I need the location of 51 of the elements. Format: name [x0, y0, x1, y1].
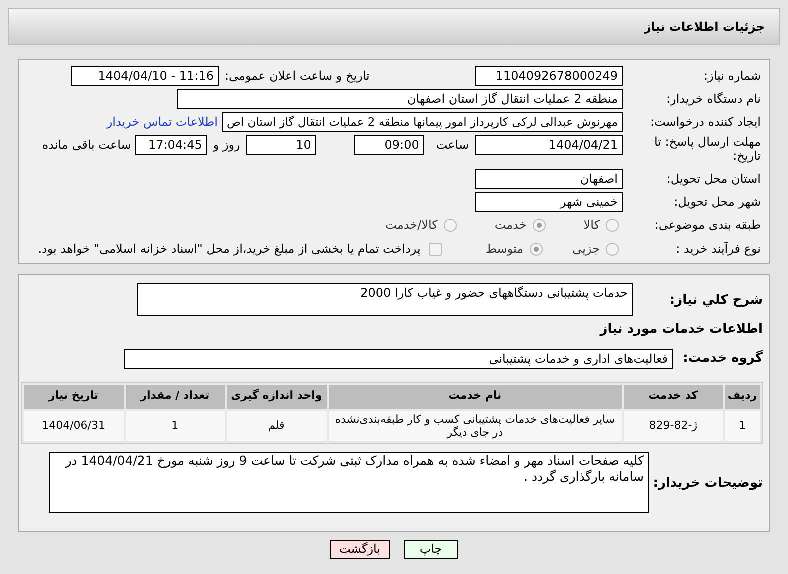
page-title: جزئیات اطلاعات نیاز	[644, 18, 765, 36]
value-field: 1404/04/10 - 11:16	[71, 66, 219, 86]
column-header: کد خدمت	[624, 384, 724, 408]
column-header: واحد اندازه گیری	[226, 384, 327, 408]
field-label: نوع فرآیند خرید :	[675, 241, 762, 258]
table-cell: ژ-82-829	[624, 410, 724, 440]
column-header: تاریخ نیاز	[24, 384, 124, 408]
radio-label: کالا	[584, 217, 600, 234]
notes-field: کلیه صفحات اسناد مهر و امضاء شده به همراه مدارک ثبتی شرکت تا ساعت 9 روز شنبه مورخ 1404/04/21 در سامانه بارگذاری گردد .	[49, 452, 649, 512]
value-field: 09:00	[354, 135, 424, 155]
field-label: نام دستگاه خریدار:	[666, 90, 762, 108]
radio-label: کالا/خدمت	[386, 217, 438, 234]
section-heading: اطلاعات خدمات مورد نیاز	[598, 321, 763, 339]
value-field: فعالیت‌های اداری و خدمات پشتیبانی	[124, 348, 673, 368]
field-label: مهلت ارسال پاسخ: تا تاریخ:	[653, 135, 762, 163]
table-cell: 1	[725, 410, 760, 440]
table-cell: قلم	[226, 410, 327, 440]
value-field: 17:04:45	[135, 135, 208, 155]
column-header: ردیف	[725, 384, 760, 408]
field-label: گروه خدمت:	[682, 349, 763, 368]
checkbox-label: پرداخت تمام یا بخشی از مبلغ خرید،از محل "اسناد خزانه اسلامی" خواهد بود.	[38, 241, 421, 258]
field-label: تاریخ و ساعت اعلان عمومی:	[224, 68, 371, 84]
field-label: شماره نیاز:	[703, 68, 762, 84]
value-field: 10	[246, 135, 316, 155]
radio-label: خدمت	[494, 217, 527, 234]
value-field: 1404/04/21	[475, 135, 623, 155]
table-cell: 1	[126, 410, 225, 440]
field-label: شهر محل تحویل:	[673, 194, 762, 210]
table-cell: 1404/06/31	[24, 410, 124, 440]
print-button[interactable]: چاپ	[404, 540, 458, 559]
text-label: ساعت	[436, 137, 469, 154]
field-label: شرح کلي نياز:	[668, 292, 763, 310]
column-header: تعداد / مقدار	[126, 384, 225, 408]
description-field: حدمات پشتیبانی دستگاههای حضور و غیاب کارا 2000	[137, 283, 633, 316]
text-label: ساعت باقی مانده	[42, 137, 132, 154]
field-label: ایجاد کننده درخواست:	[649, 114, 762, 130]
back-button[interactable]: بازگشت	[330, 540, 390, 559]
text-label: روز و	[213, 137, 240, 154]
radio-label: متوسط	[486, 241, 524, 258]
field-label: طبقه بندی موضوعی:	[654, 217, 762, 234]
value-field: 1104092678000249	[475, 66, 623, 86]
value-field: مهرنوش عبدالی لرکی کارپرداز امور پیمانها منطقه 2 عملیات انتقال گاز استان اص	[222, 112, 623, 132]
contact-link[interactable]: اطلاعات تماس خریدار	[106, 112, 218, 130]
field-label: توضیحات خریدار:	[653, 474, 763, 492]
field-label: استان محل تحویل:	[666, 170, 762, 188]
value-field: خمینی شهر	[475, 192, 623, 212]
value-field: منطقه 2 عملیات انتقال گاز استان اصفهان	[177, 88, 623, 108]
value-field: اصفهان	[475, 168, 623, 188]
column-header: نام خدمت	[328, 384, 622, 408]
radio-label: جزیی	[572, 241, 600, 258]
table-cell: سایر فعالیت‌های خدمات پشتیبانی کسب و کار طبقه‌بندی‌نشده در جای دیگر	[328, 410, 622, 440]
